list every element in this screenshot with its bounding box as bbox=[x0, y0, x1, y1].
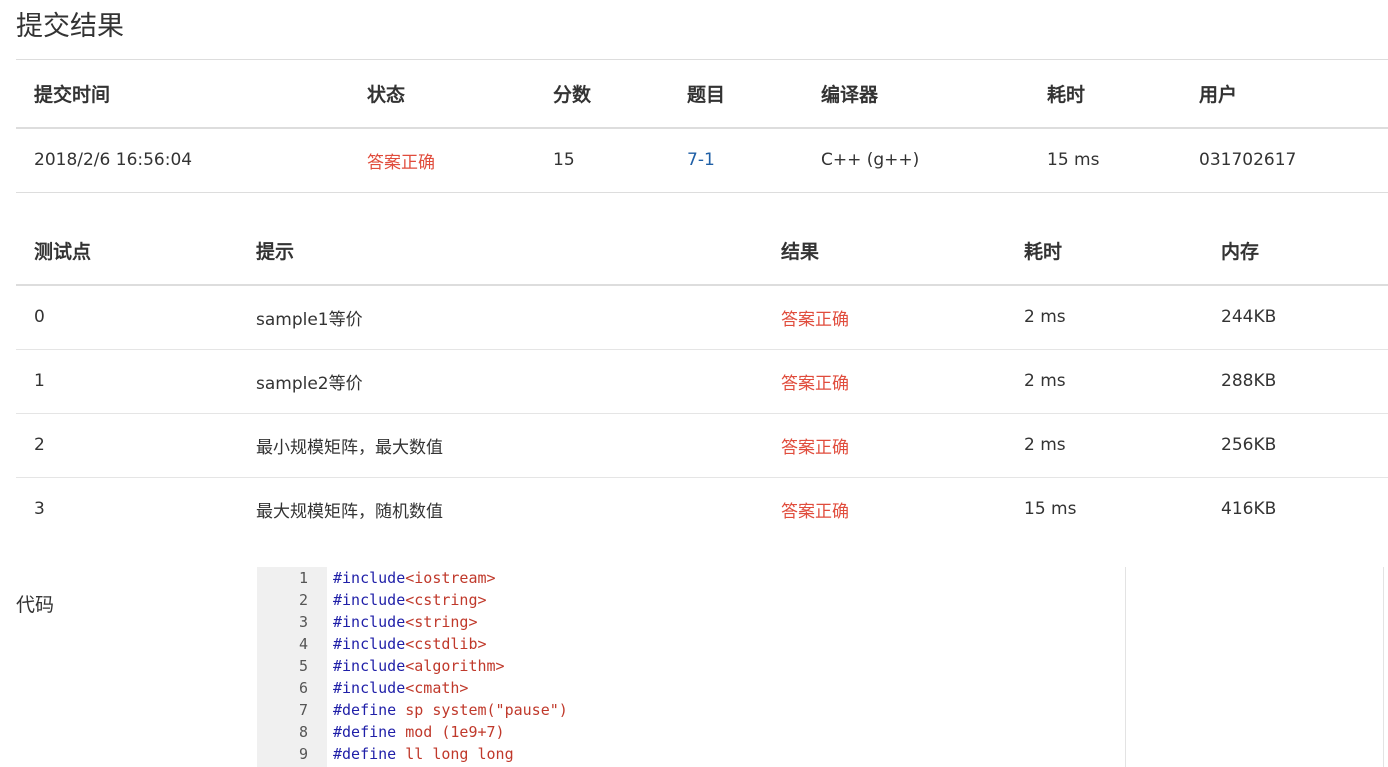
line-number: 3 bbox=[298, 613, 308, 631]
case-time: 15 ms bbox=[1024, 499, 1077, 520]
code-keyword: #define bbox=[333, 701, 397, 719]
case-result: 答案正确 bbox=[781, 437, 849, 458]
line-number: 6 bbox=[298, 679, 308, 697]
code-text: ll long long bbox=[396, 745, 514, 763]
case-time: 2 ms bbox=[1024, 435, 1066, 455]
case-memory: 256KB bbox=[1221, 435, 1277, 455]
code-keyword: #define bbox=[333, 745, 397, 763]
table-row: 1 sample2等价 答案正确 2 ms 288KB bbox=[16, 349, 1388, 413]
code-text: <cmath> bbox=[405, 679, 469, 697]
code-text: <algorithm> bbox=[405, 657, 505, 675]
case-time: 2 ms bbox=[1024, 307, 1066, 328]
header-time: 耗时 bbox=[1024, 241, 1063, 263]
compiler: C++ (g++) bbox=[821, 150, 920, 171]
code-viewer[interactable]: 1 #include<iostream> 2 #include<cstring>… bbox=[257, 567, 1384, 767]
code-line: 8 #define mod (1e9+7) bbox=[257, 721, 1125, 743]
line-number: 4 bbox=[298, 635, 308, 653]
line-number: 1 bbox=[298, 569, 308, 587]
code-keyword: #include bbox=[333, 657, 406, 675]
case-id: 1 bbox=[34, 371, 45, 391]
code-text: <cstring> bbox=[405, 591, 487, 609]
case-result: 答案正确 bbox=[781, 373, 849, 394]
header-compiler: 编译器 bbox=[821, 83, 879, 106]
case-memory: 416KB bbox=[1221, 499, 1277, 520]
table-row: 0 sample1等价 答案正确 2 ms 244KB bbox=[16, 285, 1388, 349]
code-keyword: #include bbox=[333, 591, 406, 609]
header-memory: 内存 bbox=[1221, 241, 1260, 263]
header-submit-time: 提交时间 bbox=[34, 83, 111, 106]
code-line: 9 #define ll long long bbox=[257, 743, 1125, 765]
problem-link[interactable]: 7-1 bbox=[687, 150, 715, 170]
header-problem: 题目 bbox=[687, 83, 726, 106]
case-hint: sample1等价 bbox=[256, 309, 363, 330]
case-memory: 244KB bbox=[1221, 307, 1277, 328]
case-id: 3 bbox=[34, 499, 45, 520]
cases-header-row: 测试点 提示 结果 耗时 内存 bbox=[16, 217, 1388, 285]
table-row: 2 最小规模矩阵，最大数值 答案正确 2 ms 256KB bbox=[16, 413, 1388, 477]
code-label: 代码 bbox=[16, 594, 55, 616]
duration: 15 ms bbox=[1047, 150, 1100, 171]
case-time: 2 ms bbox=[1024, 371, 1066, 391]
code-text: <cstdlib> bbox=[405, 635, 487, 653]
line-number: 2 bbox=[298, 591, 308, 609]
line-number: 5 bbox=[298, 657, 308, 675]
code-line: 3 #include<string> bbox=[257, 611, 1125, 633]
page-title: 提交结果 bbox=[16, 11, 124, 42]
table-row: 3 最大规模矩阵，随机数值 答案正确 15 ms 416KB bbox=[16, 477, 1388, 541]
header-result: 结果 bbox=[781, 241, 820, 263]
header-score: 分数 bbox=[553, 83, 592, 106]
score: 15 bbox=[553, 150, 575, 171]
code-keyword: #define bbox=[333, 723, 397, 741]
test-cases-table: 测试点 提示 结果 耗时 内存 0 sample1等价 答案正确 2 ms 24… bbox=[16, 217, 1388, 541]
line-number: 9 bbox=[298, 745, 308, 763]
case-memory: 288KB bbox=[1221, 371, 1277, 391]
code-line: 7 #define sp system("pause") bbox=[257, 699, 1125, 721]
code-text: sp system("pause") bbox=[396, 701, 568, 719]
header-user: 用户 bbox=[1199, 83, 1238, 106]
code-line: 6 #include<cmath> bbox=[257, 677, 1125, 699]
case-hint: 最小规模矩阵，最大数值 bbox=[256, 437, 443, 458]
code-keyword: #include bbox=[333, 613, 406, 631]
header-hint: 提示 bbox=[256, 241, 295, 263]
code-area[interactable]: 1 #include<iostream> 2 #include<cstring>… bbox=[257, 567, 1126, 767]
submission-summary-table: 提交时间 状态 分数 题目 编译器 耗时 用户 2018/2/6 16:56:0… bbox=[16, 59, 1388, 193]
header-case-id: 测试点 bbox=[34, 241, 92, 263]
summary-header-row: 提交时间 状态 分数 题目 编译器 耗时 用户 bbox=[16, 59, 1388, 128]
summary-row: 2018/2/6 16:56:04 答案正确 15 7-1 C++ (g++) … bbox=[16, 128, 1388, 193]
case-result: 答案正确 bbox=[781, 501, 849, 522]
code-keyword: #include bbox=[333, 635, 406, 653]
case-id: 0 bbox=[34, 307, 45, 328]
case-result: 答案正确 bbox=[781, 309, 849, 330]
case-hint: sample2等价 bbox=[256, 373, 363, 394]
code-keyword: #include bbox=[333, 569, 406, 587]
case-id: 2 bbox=[34, 435, 45, 455]
code-keyword: #include bbox=[333, 679, 406, 697]
status-accepted: 答案正确 bbox=[367, 152, 435, 173]
code-line: 5 #include<algorithm> bbox=[257, 655, 1125, 677]
user-id: 031702617 bbox=[1199, 150, 1297, 171]
line-number: 8 bbox=[298, 723, 308, 741]
code-line: 1 #include<iostream> bbox=[257, 567, 1125, 589]
code-text: <iostream> bbox=[405, 569, 496, 587]
code-text: mod (1e9+7) bbox=[396, 723, 505, 741]
code-line: 4 #include<cstdlib> bbox=[257, 633, 1125, 655]
code-line: 2 #include<cstring> bbox=[257, 589, 1125, 611]
submit-time: 2018/2/6 16:56:04 bbox=[34, 150, 193, 171]
header-duration: 耗时 bbox=[1047, 83, 1086, 106]
line-number: 7 bbox=[298, 701, 308, 719]
header-status: 状态 bbox=[367, 83, 406, 106]
code-text: <string> bbox=[405, 613, 478, 631]
case-hint: 最大规模矩阵，随机数值 bbox=[256, 501, 443, 522]
